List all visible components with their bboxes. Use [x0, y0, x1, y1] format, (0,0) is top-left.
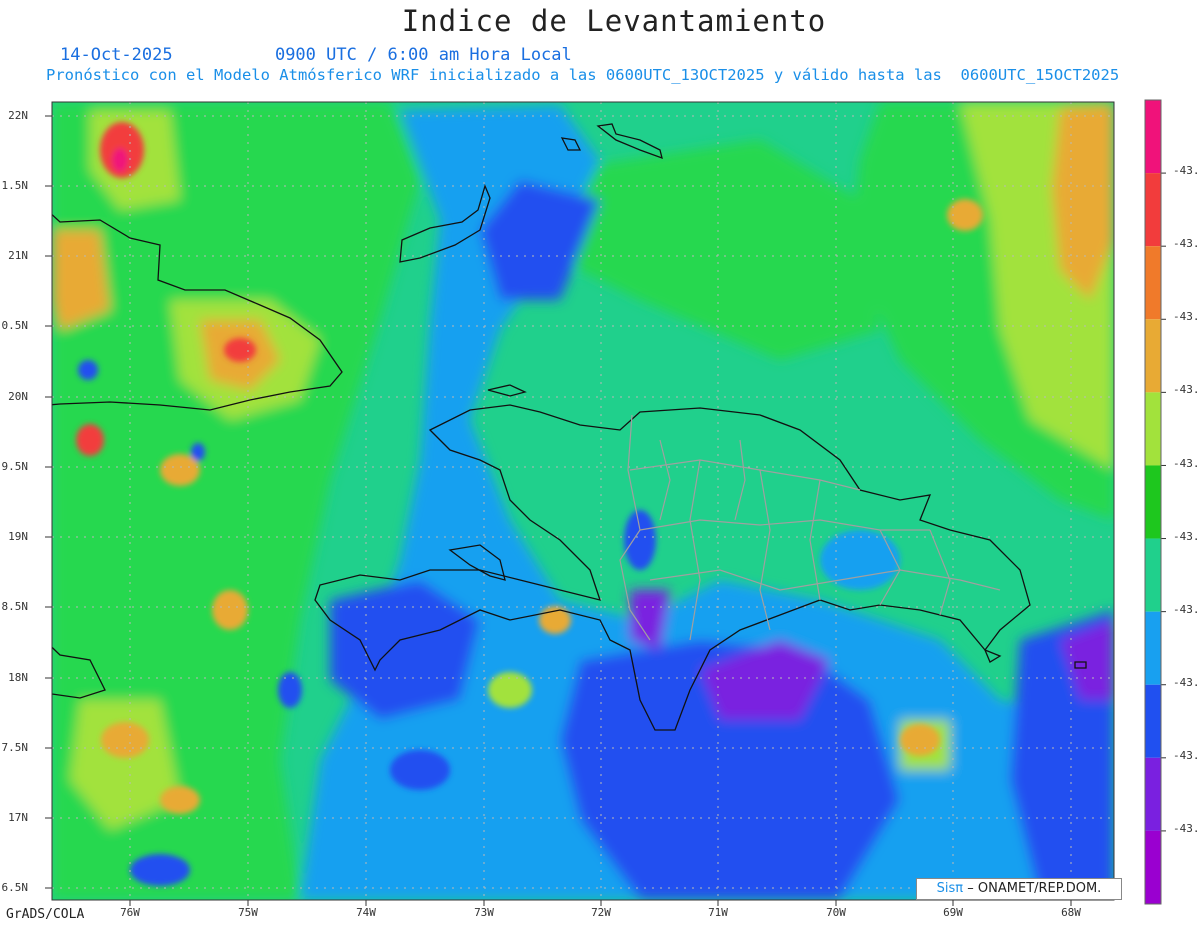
red-cell-cuba [224, 338, 256, 362]
colorbar-segment [1145, 319, 1161, 393]
blue-cell-w2 [191, 443, 205, 461]
colorbar-segment [1145, 392, 1161, 466]
software-label: GrADS/COLA [6, 907, 85, 922]
colorbar-segment [1145, 684, 1161, 758]
blue-cell-s2 [390, 750, 450, 790]
lat-label: 0.5N [1, 319, 29, 332]
colorbar [1144, 99, 1166, 905]
lon-label: 70W [826, 906, 846, 919]
lat-label: 20N [8, 390, 28, 403]
credit-box: Sisπ – ONAMET/REP.DOM. [916, 878, 1122, 900]
colorbar-label: -43.7 [1173, 749, 1200, 762]
colorbar-segment [1145, 246, 1161, 320]
colorbar-label: -43.6 [1173, 530, 1200, 543]
lat-label: 1.5N [1, 179, 29, 192]
lon-label: 68W [1061, 906, 1081, 919]
lat-label: 17N [8, 811, 28, 824]
orange-cell-se [900, 724, 940, 756]
red-cell-w [76, 424, 104, 456]
colorbar-label: -43.4 [1173, 237, 1200, 250]
blue-cell-bottom [130, 854, 190, 886]
lat-label: 22N [8, 109, 28, 122]
blue-cell-dr [624, 510, 656, 570]
lat-label: 8.5N [1, 600, 29, 613]
lon-label: 74W [356, 906, 376, 919]
lime-cell-s [488, 672, 532, 708]
colorbar-label: -43.7 [1173, 676, 1200, 689]
lon-label: 71W [708, 906, 728, 919]
lon-label: 75W [238, 906, 258, 919]
colorbar-segment [1145, 465, 1161, 539]
orange-cell-mid [212, 590, 248, 630]
lat-label: 18N [8, 671, 28, 684]
field-layers [52, 102, 1114, 900]
colorbar-segment [1145, 173, 1161, 247]
colorbar-label: -43.3 [1173, 164, 1200, 177]
credit-brand: Sisπ [936, 881, 964, 896]
orange-cell-ne [947, 199, 983, 231]
colorbar-segment [1145, 830, 1161, 904]
colorbar-label: -43.4 [1173, 310, 1200, 323]
colorbar-label: -43.5 [1173, 383, 1200, 396]
lifted-index-map [45, 99, 1166, 906]
magenta-cell-nw [112, 148, 128, 172]
orange-cell-sw2 [160, 786, 200, 814]
lon-label: 72W [591, 906, 611, 919]
lon-label: 73W [474, 906, 494, 919]
lat-label: 21N [8, 249, 28, 262]
lon-label: 69W [943, 906, 963, 919]
orange-cell-sw [101, 722, 149, 758]
colorbar-label: -43.5 [1173, 457, 1200, 470]
blue-cell-w [78, 360, 98, 380]
lat-label: 19N [8, 530, 28, 543]
blue-cell-sw [278, 672, 302, 708]
colorbar-segment [1145, 757, 1161, 831]
orange-cell-s [539, 606, 571, 634]
colorbar-label: -43.6 [1173, 603, 1200, 616]
lat-label: 6.5N [1, 881, 29, 894]
colorbar-label: -43.8 [1173, 822, 1200, 835]
lat-label: 9.5N [1, 460, 29, 473]
colorbar-segment [1145, 100, 1161, 174]
credit-org: – ONAMET/REP.DOM. [967, 881, 1102, 896]
lat-label: 7.5N [1, 741, 29, 754]
colorbar-segment [1145, 611, 1161, 685]
lon-label: 76W [120, 906, 140, 919]
colorbar-segment [1145, 538, 1161, 612]
